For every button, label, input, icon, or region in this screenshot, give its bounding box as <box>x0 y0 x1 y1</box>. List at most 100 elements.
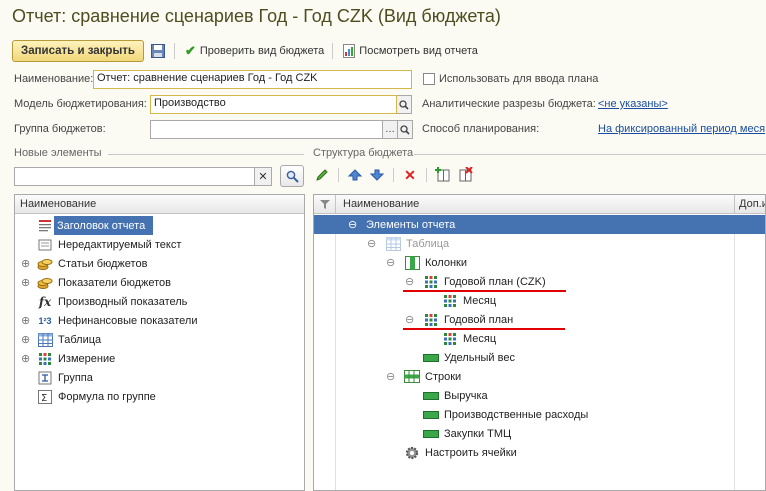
collapse-icon[interactable]: ⊖ <box>367 237 385 250</box>
find-button[interactable] <box>280 165 304 187</box>
bar-icon <box>423 407 439 423</box>
fx-icon: fx <box>38 294 52 309</box>
model-input[interactable]: Производство <box>150 95 397 114</box>
method-link[interactable]: На фиксированный период меся <box>598 123 765 135</box>
bar-icon <box>423 350 439 366</box>
new-element-label: Показатели бюджетов <box>58 276 171 289</box>
model-label: Модель бюджетирования: <box>14 98 147 110</box>
structure-row[interactable]: Месяц <box>424 329 496 348</box>
new-elements-search-input[interactable] <box>14 167 255 186</box>
filter-icon <box>319 200 330 209</box>
move-down-icon[interactable] <box>368 166 386 184</box>
new-element-item[interactable]: Группа <box>21 368 93 387</box>
new-element-item[interactable]: ⊕ Статьи бюджетов <box>21 254 147 273</box>
group-search-button[interactable] <box>398 120 413 139</box>
name-input[interactable]: Отчет: сравнение сценариев Год - Год CZK <box>93 70 412 89</box>
new-element-item[interactable]: ⊕ Измерение <box>21 349 115 368</box>
structure-row[interactable]: Удельный вес <box>405 348 515 367</box>
new-element-label: Формула по группе <box>58 390 156 403</box>
structure-title: Структура бюджета <box>313 147 414 159</box>
new-element-item[interactable]: fx Производный показатель <box>21 292 188 311</box>
structure-row-label: Месяц <box>463 332 497 345</box>
table-icon <box>385 236 401 252</box>
new-element-item[interactable]: Нередактируемый текст <box>21 235 181 254</box>
structure-row[interactable]: ⊖ Колонки <box>386 253 467 272</box>
group-label: Группа бюджетов: <box>14 123 106 135</box>
grid-icon <box>37 351 53 367</box>
group-select-button[interactable]: … <box>383 120 398 139</box>
structure-row[interactable]: ⊖ Годовой план (CZK) <box>405 272 546 291</box>
search-icon <box>400 124 410 135</box>
structure-row[interactable]: ⊖ Годовой план <box>405 310 513 329</box>
group-input[interactable] <box>150 120 383 139</box>
new-element-item[interactable]: ⊕ Показатели бюджетов <box>21 273 171 292</box>
collapse-icon[interactable]: ⊖ <box>405 275 423 288</box>
new-elements-column-header[interactable]: Наименование <box>15 195 304 214</box>
structure-row[interactable]: Выручка <box>405 386 488 405</box>
expand-icon[interactable]: ⊕ <box>21 257 37 270</box>
new-element-icon-cell <box>21 216 58 235</box>
view-report-button[interactable]: Посмотреть вид отчета <box>343 44 478 58</box>
toolbar-separator <box>426 168 427 182</box>
search-icon <box>399 99 409 110</box>
check-budget-button[interactable]: ✔ Проверить вид бюджета <box>185 43 324 59</box>
structure-row[interactable]: Настроить ячейки <box>386 443 517 462</box>
clear-search-button[interactable]: ✕ <box>255 167 272 186</box>
structure-row-label: Настроить ячейки <box>425 446 517 459</box>
view-report-label: Посмотреть вид отчета <box>359 45 478 57</box>
new-element-item[interactable]: ⊕ Таблица <box>21 330 101 349</box>
column-divider <box>734 215 735 490</box>
toolbar-separator <box>173 43 175 59</box>
structure-row[interactable]: ⊖ Элементы отчета <box>348 215 455 234</box>
collapse-icon[interactable]: ⊖ <box>386 370 404 383</box>
new-element-item[interactable]: ⊕ 1²3 Нефинансовые показатели <box>21 311 197 330</box>
use-plan-checkbox[interactable] <box>423 73 435 85</box>
new-element-label: Нередактируемый текст <box>58 238 182 251</box>
move-up-icon[interactable] <box>346 166 364 184</box>
checkmark-icon: ✔ <box>184 43 196 58</box>
new-element-item[interactable]: Заголовок отчета <box>54 216 153 235</box>
structure-header: Наименование Доп.и <box>314 195 765 214</box>
grid-icon <box>423 274 439 290</box>
coins-icon <box>37 275 53 291</box>
remove-column-icon[interactable] <box>456 166 474 184</box>
grid-icon <box>442 293 458 309</box>
expand-icon[interactable]: ⊕ <box>21 333 37 346</box>
structure-row[interactable]: Закупки ТМЦ <box>405 424 511 443</box>
save-icon[interactable] <box>150 43 166 59</box>
expand-icon[interactable]: ⊕ <box>21 352 37 365</box>
structure-row-label: Строки <box>425 370 462 383</box>
delete-icon[interactable]: ✕ <box>401 166 419 184</box>
report-icon <box>343 44 356 58</box>
collapse-icon[interactable]: ⊖ <box>405 313 423 326</box>
analytics-link[interactable]: <не указаны> <box>598 98 668 110</box>
structure-row[interactable]: Производственные расходы <box>405 405 588 424</box>
use-plan-label: Использовать для ввода плана <box>439 73 599 85</box>
structure-column-name[interactable]: Наименование <box>343 198 419 210</box>
add-column-icon[interactable] <box>434 166 452 184</box>
structure-row[interactable]: ⊖ Таблица <box>367 234 449 253</box>
numbers-icon: 1²3 <box>38 315 52 326</box>
collapse-icon[interactable]: ⊖ <box>386 256 404 269</box>
expand-icon[interactable]: ⊕ <box>21 314 37 327</box>
structure-row-label: Закупки ТМЦ <box>444 427 512 440</box>
new-element-item[interactable]: Σ Формула по группе <box>21 387 156 406</box>
ellipsis-icon: … <box>385 124 395 135</box>
toolbar-separator <box>338 168 339 182</box>
check-budget-label: Проверить вид бюджета <box>199 45 325 57</box>
svg-text:Σ: Σ <box>41 393 47 404</box>
expand-icon[interactable]: ⊕ <box>21 276 37 289</box>
new-element-label: Производный показатель <box>58 295 188 308</box>
model-search-button[interactable] <box>397 95 412 114</box>
save-close-button[interactable]: Записать и закрыть <box>12 40 144 62</box>
filter-column-button[interactable] <box>314 195 336 214</box>
annotation-underline <box>403 290 566 292</box>
edit-pencil-icon[interactable] <box>313 166 331 184</box>
collapse-icon[interactable]: ⊖ <box>348 218 366 231</box>
grid-icon <box>442 331 458 347</box>
structure-row-label: Таблица <box>406 237 450 250</box>
structure-row[interactable]: ⊖ Строки <box>386 367 461 386</box>
structure-column-extra[interactable]: Доп.и <box>734 195 765 214</box>
structure-row-label: Выручка <box>444 389 488 402</box>
structure-row[interactable]: Месяц <box>424 291 496 310</box>
